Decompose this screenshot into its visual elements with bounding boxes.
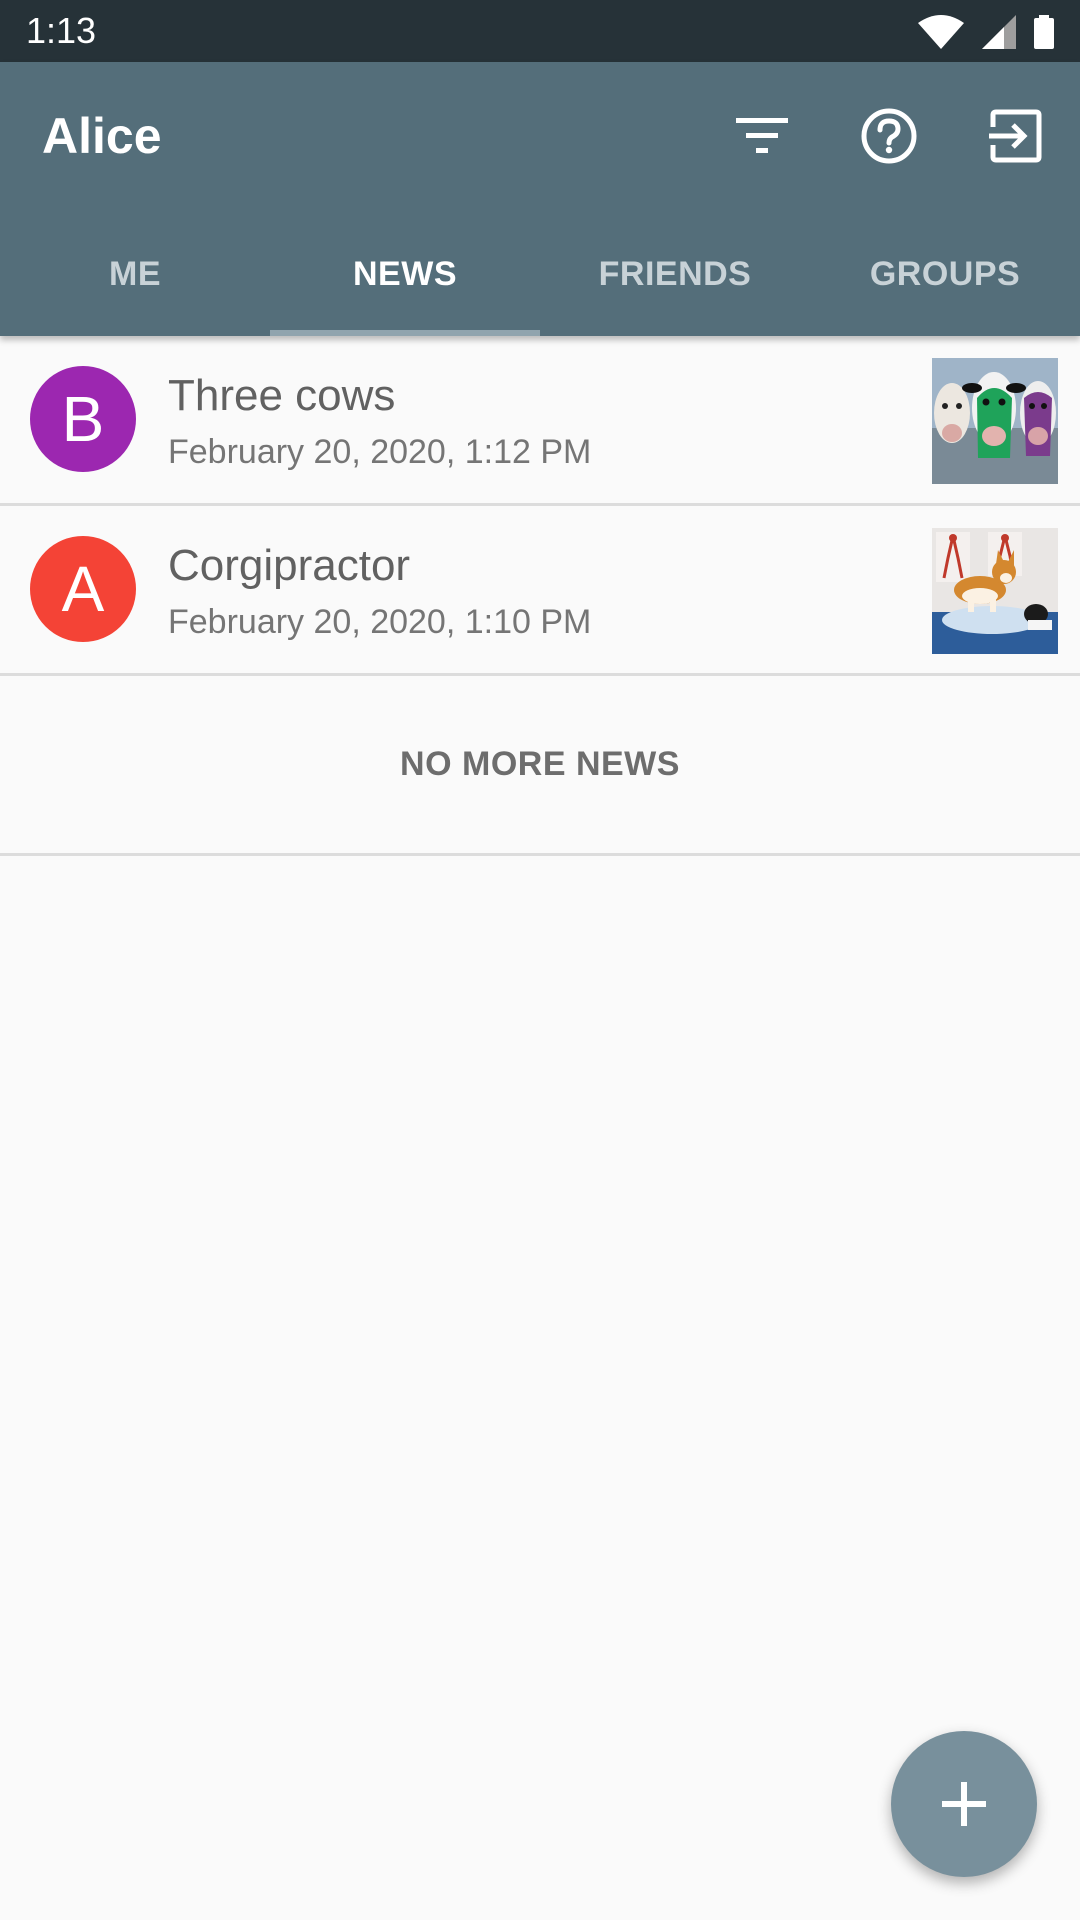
news-list: B Three cows February 20, 2020, 1:12 PM [0, 336, 1080, 856]
news-date: February 20, 2020, 1:12 PM [168, 433, 592, 471]
status-bar: 1:13 [0, 0, 1080, 62]
battery-icon [1034, 15, 1054, 49]
filter-button[interactable] [722, 96, 802, 176]
avatar: B [30, 366, 136, 472]
news-title: Three cows [168, 371, 396, 420]
tab-groups[interactable]: GROUPS [810, 222, 1080, 336]
tab-me[interactable]: ME [0, 222, 270, 336]
add-news-button[interactable] [891, 1731, 1037, 1877]
tab-friends[interactable]: FRIENDS [540, 222, 810, 336]
status-icons [918, 14, 1054, 50]
news-thumbnail[interactable] [932, 358, 1058, 484]
avatar: A [30, 536, 136, 642]
news-title: Corgipractor [168, 541, 411, 590]
plus-icon [942, 1782, 986, 1826]
tab-news[interactable]: NEWS [270, 222, 540, 336]
news-item-corgipractor[interactable]: A Corgipractor February 20, 2020, 1:10 P… [0, 506, 1080, 676]
wifi-icon [918, 15, 964, 49]
news-date: February 20, 2020, 1:10 PM [168, 603, 592, 641]
news-thumbnail[interactable] [932, 528, 1058, 654]
no-more-news-label: NO MORE NEWS [0, 676, 1080, 856]
cows-painting-image [932, 358, 1058, 484]
app-title: Alice [42, 108, 162, 164]
help-button[interactable] [849, 96, 929, 176]
filter-icon [736, 118, 788, 153]
status-time: 1:13 [26, 10, 97, 51]
help-icon [861, 108, 917, 164]
news-item-three-cows[interactable]: B Three cows February 20, 2020, 1:12 PM [0, 336, 1080, 506]
tab-bar: ME NEWS FRIENDS GROUPS [0, 222, 1080, 336]
logout-button[interactable] [976, 96, 1056, 176]
app-bar: Alice ME NEWS FRIENDS GROUPS [0, 62, 1080, 336]
corgi-photo-image [932, 528, 1058, 654]
cell-signal-icon [982, 15, 1016, 49]
logout-icon [989, 109, 1042, 163]
